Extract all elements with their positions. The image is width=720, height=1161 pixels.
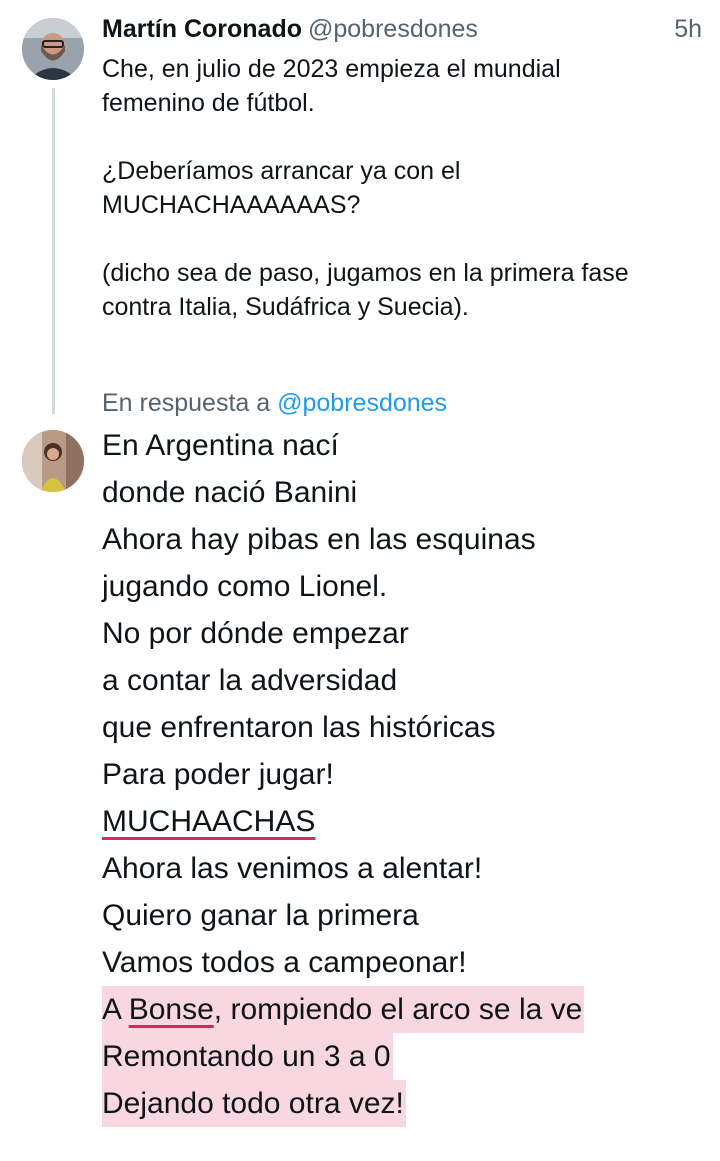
- thread-connector-line: [52, 88, 55, 414]
- reply-line: Para poder jugar!: [102, 758, 334, 791]
- avatar[interactable]: [22, 430, 84, 492]
- reply-line: donde nació Banini: [102, 476, 358, 509]
- misspelled-word[interactable]: MUCHAACHAS: [102, 805, 315, 838]
- tweet-line: (dicho sea de paso, jugamos en la primer…: [102, 259, 629, 287]
- reply-line: Ahora hay pibas en las esquinas: [102, 523, 536, 556]
- replying-label: En respuesta a: [102, 389, 271, 417]
- reply-text-segment: A: [102, 993, 129, 1026]
- user-photo-icon: [22, 430, 84, 492]
- tweet-line: ¿Deberíamos arrancar ya con el: [102, 157, 461, 185]
- tweet-timestamp[interactable]: 5h: [674, 12, 702, 46]
- reply-line: A Bonse, rompiendo el arco se la ve: [102, 986, 712, 1033]
- misspelled-word[interactable]: Bonse: [129, 993, 214, 1026]
- text-selection-highlight[interactable]: Dejando todo otra vez!: [102, 1080, 406, 1127]
- reply-text-segment: , rompiendo el arco se la ve: [213, 993, 583, 1026]
- reply-line: Ahora las venimos a alentar!: [102, 852, 483, 885]
- reply-line: jugando como Lionel.: [102, 570, 388, 603]
- replying-to: En respuesta a @pobresdones: [102, 386, 447, 420]
- reply-line: En Argentina nací: [102, 429, 339, 462]
- reply-line: MUCHAACHAS: [102, 798, 712, 845]
- tweet-line: contra Italia, Sudáfrica y Suecia).: [102, 293, 469, 321]
- reply-line: a contar la adversidad: [102, 664, 398, 697]
- reply-line: No por dónde empezar: [102, 617, 409, 650]
- avatar[interactable]: [22, 18, 84, 80]
- tweet-line: femenino de fútbol.: [102, 89, 315, 117]
- replying-mention-link[interactable]: @pobresdones: [277, 389, 447, 417]
- tweet-header: Martín Coronado @pobresdones 5h: [102, 12, 702, 52]
- reply-line: Quiero ganar la primera: [102, 899, 419, 932]
- reply-line: Vamos todos a campeonar!: [102, 946, 467, 979]
- tweet-line: Che, en julio de 2023 empieza el mundial: [102, 55, 561, 83]
- reply-line: Dejando todo otra vez!: [102, 1080, 712, 1127]
- text-selection-highlight[interactable]: Remontando un 3 a 0: [102, 1033, 393, 1080]
- tweet-text: Che, en julio de 2023 empieza el mundial…: [102, 52, 702, 324]
- user-photo-icon: [22, 18, 84, 80]
- reply-text: En Argentina nací donde nació Banini Aho…: [102, 422, 712, 1127]
- reply-line: que enfrentaron las históricas: [102, 711, 496, 744]
- text-selection-highlight[interactable]: A Bonse, rompiendo el arco se la ve: [102, 986, 585, 1033]
- author-name[interactable]: Martín Coronado: [102, 15, 302, 43]
- reply-line: Remontando un 3 a 0: [102, 1033, 712, 1080]
- author-handle[interactable]: @pobresdones: [308, 15, 478, 43]
- tweet-line: MUCHACHAAAAAAS?: [102, 191, 361, 219]
